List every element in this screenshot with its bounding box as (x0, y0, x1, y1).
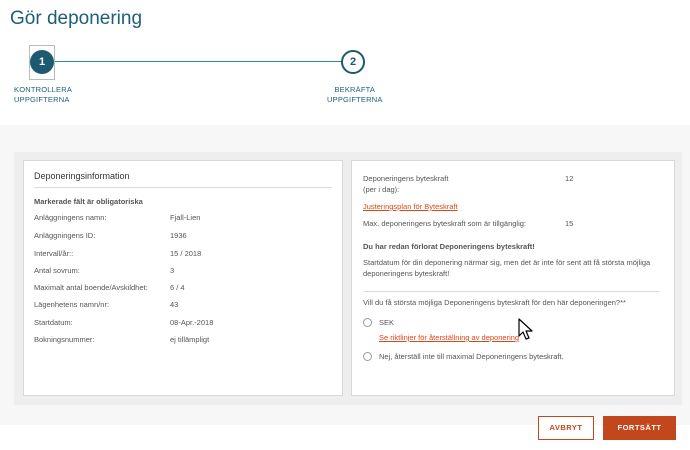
start-date-label: Startdatum: (34, 318, 73, 327)
step-1-label-line2: UPPGIFTERNA (14, 95, 70, 104)
step-2-label-line2: UPPGIFTERNA (327, 95, 383, 104)
deposit-info-card: Deponeringsinformation Markerade fält är… (23, 160, 343, 396)
power-lost-text-line2: deponeringens byteskraft! (363, 269, 450, 278)
mouse-cursor-icon (518, 318, 533, 340)
step-2-label: BEKRÄFTA UPPGIFTERNA (327, 85, 383, 105)
power-lost-text: Startdatum för din deponering närmar sig… (363, 257, 663, 279)
start-date-value: 08-Apr.-2018 (170, 318, 214, 327)
cancel-button[interactable]: AVBRYT (538, 416, 594, 440)
power-label: Deponeringens byteskraft (per i dag): (363, 173, 448, 195)
deposit-power-card: Deponeringens byteskraft (per i dag): 12… (351, 160, 675, 396)
max-occupancy-value: 6 / 4 (170, 283, 185, 292)
progress-stepper: 1 2 KONTROLLERA UPPGIFTERNA BEKRÄFTA UPP… (0, 45, 690, 125)
deposit-info-title: Deponeringsinformation (34, 171, 130, 181)
max-power-value: 15 (565, 219, 574, 228)
bedrooms-label: Antal sovrum: (34, 266, 80, 275)
facility-name-label: Anläggningens namn: (34, 213, 107, 222)
power-label-line2: (per i dag): (363, 185, 400, 194)
option-sek-label[interactable]: SEK (379, 317, 394, 328)
step-2-label-line1: BEKRÄFTA (334, 85, 376, 94)
booking-number-value: ej tillämpligt (170, 335, 210, 344)
apartment-name-value: 43 (170, 300, 179, 309)
apartment-name-label: Lägenhetens namn/nr: (34, 300, 110, 309)
continue-button[interactable]: FORTSÄTT (603, 416, 676, 440)
step-1-circle[interactable]: 1 (30, 50, 54, 74)
restore-question: Vill du få största möjliga Deponeringens… (363, 298, 626, 307)
power-value: 12 (565, 174, 574, 183)
required-fields-note: Markerade fält är obligatoriska (34, 197, 143, 206)
max-occupancy-label: Maximalt antal boende/Avskildhet: (34, 283, 148, 292)
power-lost-text-line1: Startdatum för din deponering närmar sig… (363, 258, 651, 267)
power-lost-heading: Du har redan förlorat Deponeringens byte… (363, 242, 535, 251)
bedrooms-value: 3 (170, 266, 175, 275)
adjustment-plan-link[interactable]: Justeringsplan för Byteskraft (363, 202, 458, 211)
facility-id-label: Anläggningens ID: (34, 231, 96, 240)
facility-name-value: Fjall-Lien (170, 213, 201, 222)
restore-guidelines-link[interactable]: Se riktlinjer för återställning av depon… (379, 333, 519, 342)
page-title: Gör deponering (10, 8, 143, 29)
question-divider (363, 291, 659, 292)
power-label-line1: Deponeringens byteskraft (363, 174, 449, 183)
step-1-label-line1: KONTROLLERA (14, 85, 73, 94)
interval-year-value: 15 / 2018 (170, 249, 202, 258)
option-sek-radio[interactable] (363, 318, 372, 327)
stepper-line (42, 61, 352, 62)
step-1-label: KONTROLLERA UPPGIFTERNA (14, 85, 72, 105)
max-power-label: Max. deponeringens byteskraft som är til… (363, 219, 527, 228)
interval-year-label: Intervall/år:: (34, 249, 74, 258)
card-divider (34, 187, 332, 188)
option-no-label[interactable]: Nej, återställ inte till maximal Deponer… (379, 351, 564, 362)
booking-number-label: Bokningsnummer: (34, 335, 95, 344)
step-2-circle[interactable]: 2 (341, 50, 365, 74)
option-no-radio[interactable] (363, 352, 372, 361)
facility-id-value: 1936 (170, 231, 187, 240)
